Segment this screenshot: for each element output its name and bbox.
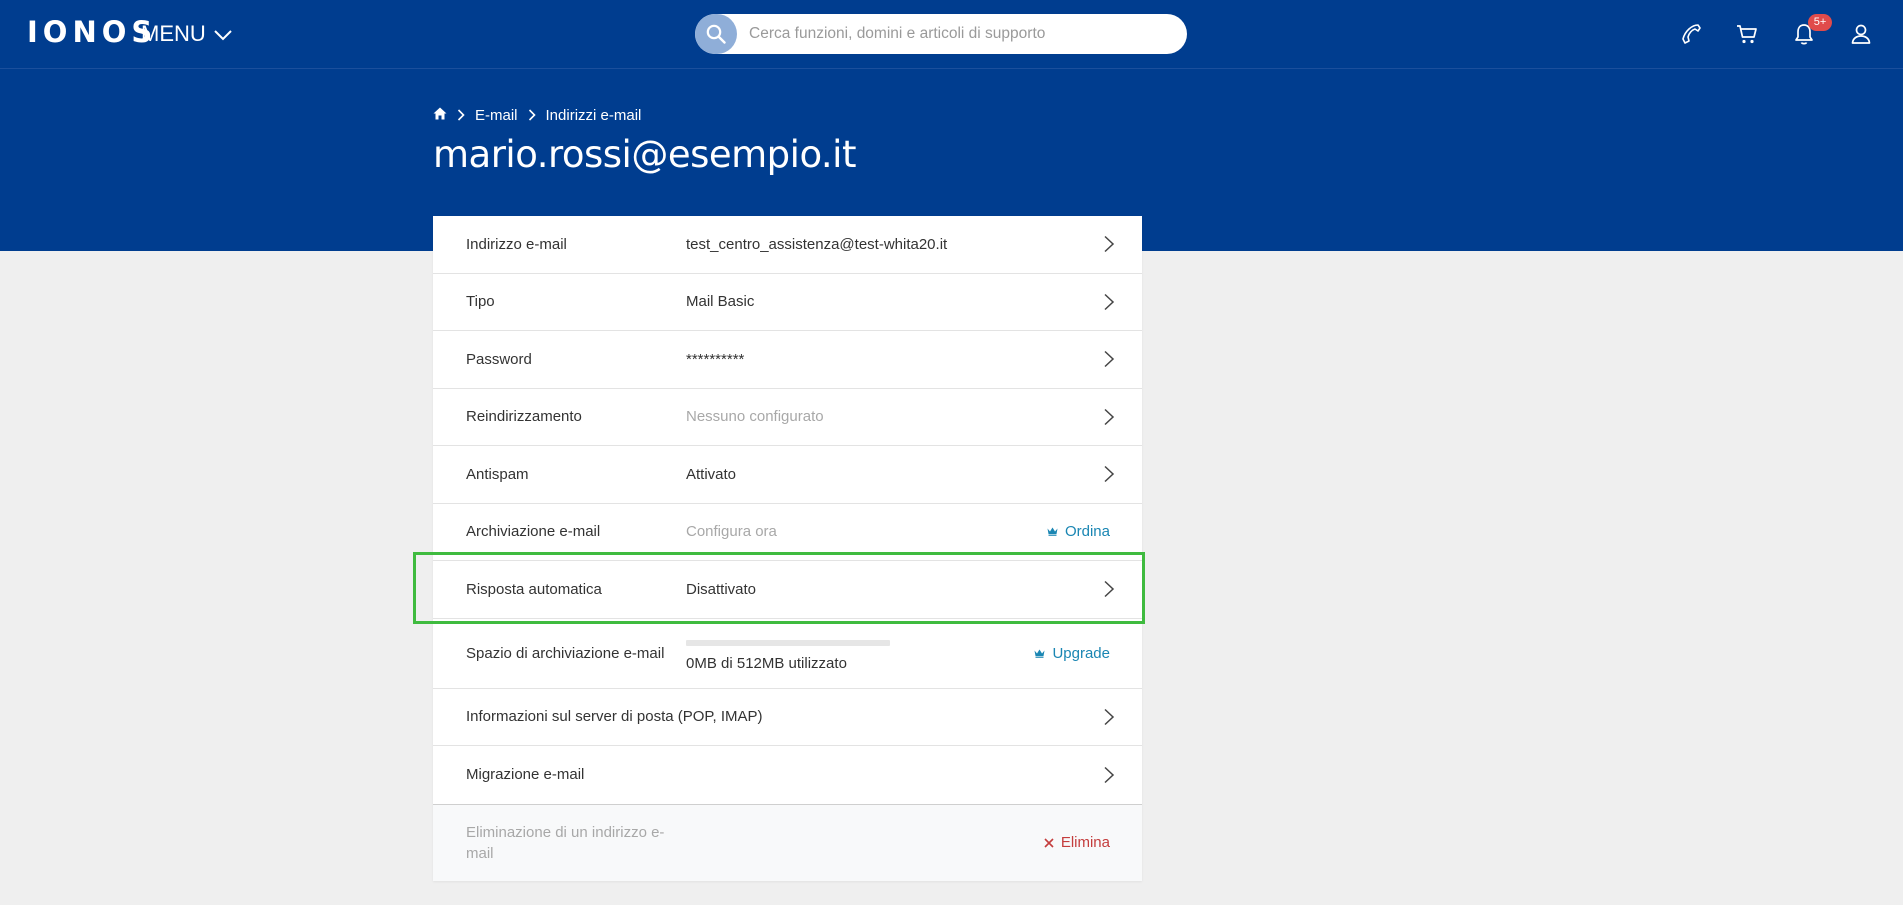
chevron-right-icon bbox=[1104, 466, 1115, 483]
delete-button[interactable]: Elimina bbox=[1044, 805, 1110, 881]
chevron-right-icon bbox=[1104, 708, 1115, 725]
row-value: Disattivato bbox=[686, 580, 757, 598]
cart-button[interactable] bbox=[1733, 20, 1761, 48]
breadcrumb-home[interactable] bbox=[433, 107, 447, 124]
order-button[interactable]: Ordina bbox=[1047, 504, 1110, 561]
row-label: Migrazione e-mail bbox=[466, 766, 585, 784]
row-label: Spazio di archiviazione e-mail bbox=[466, 644, 665, 662]
breadcrumb-email-addresses[interactable]: Indirizzi e-mail bbox=[546, 107, 642, 124]
account-button[interactable] bbox=[1847, 20, 1875, 48]
row-value: test_centro_assistenza@test-whita20.it bbox=[686, 235, 948, 253]
row-label: Password bbox=[466, 350, 532, 368]
chevron-right-icon bbox=[1104, 581, 1115, 598]
settings-row-auto-reply[interactable]: Risposta automatica Disattivato bbox=[433, 561, 1142, 619]
upgrade-button[interactable]: Upgrade bbox=[1034, 619, 1110, 688]
crown-icon bbox=[1047, 527, 1058, 537]
search-button[interactable] bbox=[695, 14, 737, 54]
settings-row-mail-server-info[interactable]: Informazioni sul server di posta (POP, I… bbox=[433, 689, 1142, 746]
chevron-down-icon bbox=[214, 30, 232, 41]
row-value: Attivato bbox=[686, 465, 737, 483]
search-icon bbox=[706, 24, 726, 44]
row-value: Nessuno configurato bbox=[686, 408, 824, 426]
settings-row-type[interactable]: Tipo Mail Basic bbox=[433, 274, 1142, 331]
row-label: Risposta automatica bbox=[466, 580, 602, 598]
chevron-right-icon bbox=[1104, 293, 1115, 310]
notification-badge: 5+ bbox=[1808, 14, 1832, 31]
user-icon bbox=[1851, 24, 1871, 44]
settings-row-email-migration[interactable]: Migrazione e-mail bbox=[433, 746, 1142, 804]
row-label: Eliminazione di un indirizzo e-mail bbox=[466, 823, 665, 862]
chevron-right-icon bbox=[1104, 236, 1115, 253]
top-navigation-bar: IONOS MENU 5+ bbox=[0, 0, 1903, 69]
storage-usage-text: 0MB di 512MB utilizzato bbox=[686, 654, 847, 672]
settings-row-delete-address: Eliminazione di un indirizzo e-mail Elim… bbox=[433, 803, 1142, 881]
order-label: Ordina bbox=[1064, 523, 1110, 541]
row-label: Reindirizzamento bbox=[466, 408, 582, 426]
settings-row-storage: Spazio di archiviazione e-mail 0MB di 51… bbox=[433, 619, 1142, 689]
menu-button[interactable]: MENU bbox=[141, 18, 232, 50]
close-icon bbox=[1044, 837, 1054, 848]
phone-button[interactable] bbox=[1677, 20, 1705, 48]
cart-icon bbox=[1737, 25, 1757, 44]
row-label: Tipo bbox=[466, 293, 495, 311]
storage-usage-bar bbox=[686, 639, 890, 646]
chevron-right-icon bbox=[1104, 351, 1115, 368]
row-label: Archiviazione e-mail bbox=[466, 523, 601, 541]
row-value: Configura ora bbox=[686, 523, 777, 541]
settings-row-forwarding[interactable]: Reindirizzamento Nessuno configurato bbox=[433, 389, 1142, 446]
upgrade-label: Upgrade bbox=[1052, 644, 1110, 662]
chevron-right-icon bbox=[1104, 766, 1115, 783]
breadcrumb: E-mail Indirizzi e-mail bbox=[433, 104, 641, 126]
row-value: Mail Basic bbox=[686, 293, 755, 311]
search-bar bbox=[695, 14, 1187, 54]
settings-row-password[interactable]: Password ********** bbox=[433, 331, 1142, 389]
settings-row-antispam[interactable]: Antispam Attivato bbox=[433, 446, 1142, 504]
row-label: Indirizzo e-mail bbox=[466, 235, 567, 253]
home-icon bbox=[433, 107, 447, 119]
crown-icon bbox=[1034, 649, 1045, 658]
breadcrumb-email[interactable]: E-mail bbox=[475, 107, 518, 124]
settings-row-email-address[interactable]: Indirizzo e-mail test_centro_assistenza@… bbox=[433, 216, 1142, 274]
page-title: mario.rossi@esempio.it bbox=[433, 133, 856, 176]
phone-icon bbox=[1682, 24, 1701, 44]
menu-label: MENU bbox=[141, 21, 206, 46]
row-value: ********** bbox=[686, 350, 745, 368]
chevron-right-icon bbox=[1104, 408, 1115, 425]
breadcrumb-separator-icon bbox=[528, 109, 536, 121]
breadcrumb-separator-icon bbox=[457, 109, 465, 121]
row-label: Antispam bbox=[466, 465, 529, 483]
search-input[interactable] bbox=[737, 14, 1187, 54]
ionos-logo[interactable]: IONOS bbox=[27, 16, 157, 48]
delete-label: Elimina bbox=[1060, 834, 1110, 851]
email-settings-card: Indirizzo e-mail test_centro_assistenza@… bbox=[433, 216, 1142, 881]
settings-row-email-archiving: Archiviazione e-mail Configura ora Ordin… bbox=[433, 504, 1142, 561]
row-label: Informazioni sul server di posta (POP, I… bbox=[466, 708, 763, 726]
